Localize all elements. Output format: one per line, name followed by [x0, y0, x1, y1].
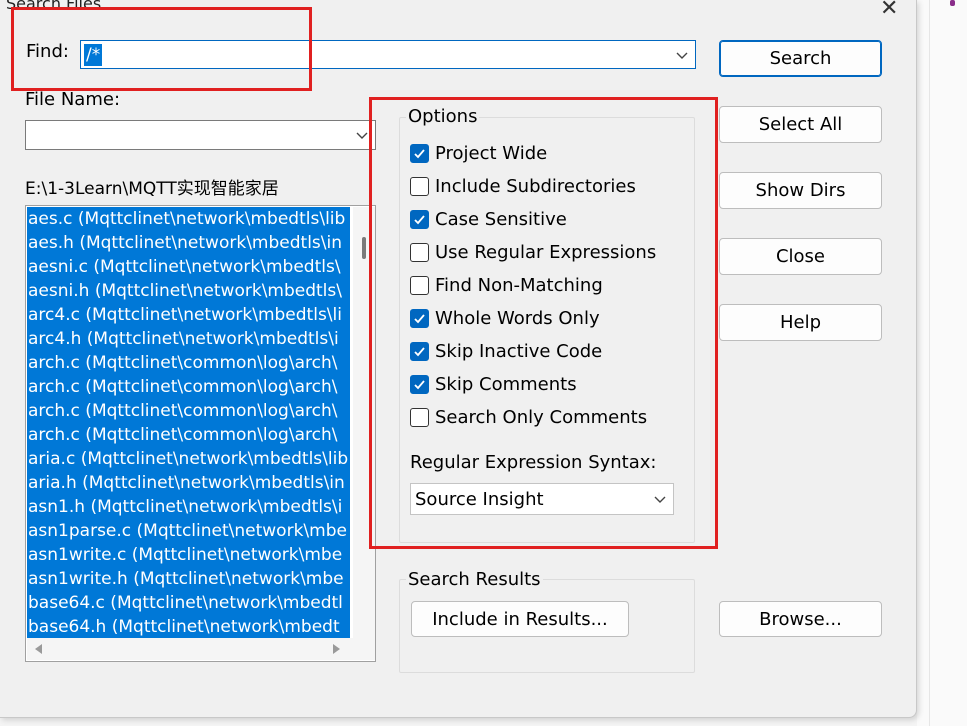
- option-skip-inactive-code[interactable]: Skip Inactive Code: [410, 339, 602, 363]
- scroll-right-icon[interactable]: [333, 644, 340, 654]
- list-item[interactable]: arch.c (Mqttclinet\common\log\arch\: [27, 375, 350, 399]
- option-label: Find Non-Matching: [435, 274, 603, 296]
- list-item[interactable]: asn1write.h (Mqttclinet\network\mbe: [27, 567, 350, 591]
- option-label: Case Sensitive: [435, 208, 567, 230]
- option-label: Search Only Comments: [435, 406, 648, 428]
- chevron-down-icon[interactable]: [653, 492, 667, 506]
- checkbox-checked[interactable]: [410, 341, 429, 361]
- list-item[interactable]: base64.c (Mqttclinet\network\mbedtl: [27, 591, 350, 615]
- browse-button[interactable]: Browse...: [719, 601, 882, 637]
- regex-syntax-select[interactable]: Source Insight: [410, 483, 674, 515]
- search-button[interactable]: Search: [719, 40, 882, 77]
- list-item[interactable]: asn1.h (Mqttclinet\network\mbedtls\i: [27, 495, 350, 519]
- list-item[interactable]: aesni.c (Mqttclinet\network\mbedtls\: [27, 255, 350, 279]
- show-dirs-button[interactable]: Show Dirs: [719, 172, 882, 209]
- checkbox-checked[interactable]: [410, 374, 429, 394]
- option-find-non-matching[interactable]: Find Non-Matching: [410, 273, 603, 297]
- chevron-down-icon[interactable]: [355, 128, 369, 142]
- find-label: Find:: [26, 41, 69, 62]
- checkbox-unchecked[interactable]: [410, 407, 429, 427]
- checkbox-unchecked[interactable]: [410, 242, 429, 262]
- option-skip-comments[interactable]: Skip Comments: [410, 372, 577, 396]
- option-case-sensitive[interactable]: Case Sensitive: [410, 207, 567, 231]
- select-all-button[interactable]: Select All: [719, 106, 882, 143]
- option-label: Skip Inactive Code: [435, 340, 603, 362]
- scrollbar-thumb[interactable]: [362, 237, 366, 259]
- help-button[interactable]: Help: [719, 304, 882, 341]
- option-label: Whole Words Only: [435, 307, 600, 329]
- options-title: Options: [406, 106, 480, 127]
- background-window: [917, 0, 967, 726]
- chevron-down-icon[interactable]: [675, 48, 689, 62]
- file-name-input[interactable]: [25, 120, 376, 150]
- list-item[interactable]: aesni.h (Mqttclinet\network\mbedtls\: [27, 279, 350, 303]
- background-marker: [950, 0, 955, 6]
- window-title: Search Files: [6, 0, 102, 13]
- vertical-scrollbar[interactable]: [353, 207, 375, 638]
- current-directory: E:\1-3Learn\MQTT实现智能家居: [25, 179, 279, 199]
- option-label: Skip Comments: [435, 373, 577, 395]
- scroll-left-icon[interactable]: [35, 644, 42, 654]
- list-item[interactable]: asn1write.c (Mqttclinet\network\mbe: [27, 543, 350, 567]
- option-whole-words-only[interactable]: Whole Words Only: [410, 306, 600, 330]
- file-list-rows[interactable]: aes.c (Mqttclinet\network\mbedtls\lib aes…: [27, 207, 350, 638]
- list-item[interactable]: arc4.c (Mqttclinet\network\mbedtls\li: [27, 303, 350, 327]
- list-item[interactable]: aria.c (Mqttclinet\network\mbedtls\lib: [27, 447, 350, 471]
- file-name-label: File Name:: [25, 89, 121, 110]
- close-icon[interactable]: ✕: [880, 0, 898, 21]
- search-results-title: Search Results: [406, 569, 543, 590]
- background-divider: [929, 0, 930, 726]
- file-list[interactable]: aes.c (Mqttclinet\network\mbedtls\lib aes…: [25, 205, 376, 662]
- list-item[interactable]: arch.c (Mqttclinet\common\log\arch\: [27, 423, 350, 447]
- list-item[interactable]: aes.c (Mqttclinet\network\mbedtls\lib: [27, 207, 350, 231]
- option-label: Project Wide: [435, 142, 548, 164]
- checkbox-checked[interactable]: [410, 143, 429, 163]
- checkbox-checked[interactable]: [410, 308, 429, 328]
- search-files-dialog: Search Files ✕ Find: /* File Name: E:\1-…: [0, 0, 917, 718]
- list-item[interactable]: asn1parse.c (Mqttclinet\network\mbe: [27, 519, 350, 543]
- find-value[interactable]: /*: [84, 43, 103, 66]
- list-item[interactable]: arch.c (Mqttclinet\common\log\arch\: [27, 351, 350, 375]
- horizontal-scrollbar[interactable]: [27, 638, 375, 660]
- regex-syntax-value[interactable]: Source Insight: [411, 489, 544, 510]
- list-item[interactable]: arc4.h (Mqttclinet\network\mbedtls\i: [27, 327, 350, 351]
- option-include-subdirectories[interactable]: Include Subdirectories: [410, 174, 636, 198]
- find-input[interactable]: /*: [80, 40, 696, 69]
- option-search-only-comments[interactable]: Search Only Comments: [410, 405, 647, 429]
- option-label: Include Subdirectories: [435, 175, 636, 197]
- checkbox-unchecked[interactable]: [410, 176, 429, 196]
- regex-syntax-label: Regular Expression Syntax:: [410, 452, 657, 473]
- checkbox-unchecked[interactable]: [410, 275, 429, 295]
- list-item[interactable]: arch.c (Mqttclinet\common\log\arch\: [27, 399, 350, 423]
- include-in-results-button[interactable]: Include in Results...: [411, 601, 629, 637]
- option-use-regular-expressions[interactable]: Use Regular Expressions: [410, 240, 656, 264]
- list-item[interactable]: aes.h (Mqttclinet\network\mbedtls\in: [27, 231, 350, 255]
- list-item[interactable]: base64.h (Mqttclinet\network\mbedt: [27, 615, 350, 638]
- close-button[interactable]: Close: [719, 238, 882, 275]
- checkbox-checked[interactable]: [410, 209, 429, 229]
- option-label: Use Regular Expressions: [435, 241, 657, 263]
- option-project-wide[interactable]: Project Wide: [410, 141, 547, 165]
- list-item[interactable]: aria.h (Mqttclinet\network\mbedtls\in: [27, 471, 350, 495]
